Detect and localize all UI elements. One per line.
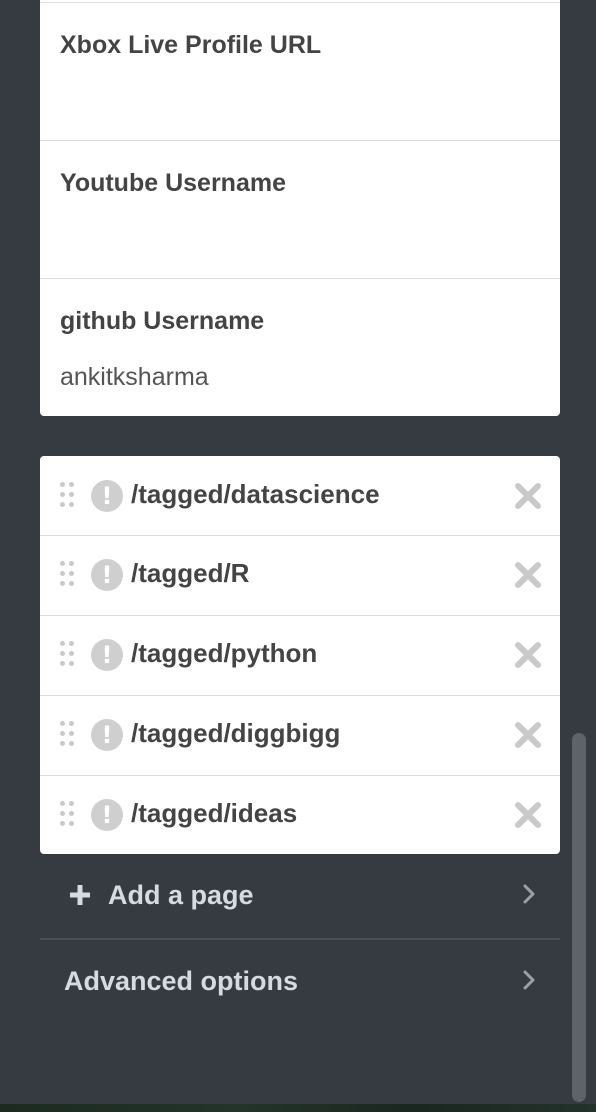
advanced-options-label: Advanced options [64, 966, 299, 996]
field-label: Xbox Live Profile URL [60, 31, 322, 59]
exclamation-circle-icon: ! [91, 799, 123, 831]
profile-fields-card: Xbox Live Profile URL Youtube Username g… [40, 0, 560, 416]
page-path: /tagged/python [131, 638, 318, 668]
background-strip [0, 1104, 596, 1112]
exclamation-circle-icon: ! [91, 719, 123, 751]
page-path: /tagged/ideas [131, 798, 298, 828]
pages-list: ! /tagged/datascience ! /tagged/R ! /tag… [40, 456, 560, 854]
page-row[interactable]: ! /tagged/R [40, 535, 560, 615]
field-label: github Username [60, 307, 265, 335]
plus-icon [70, 885, 90, 905]
row-divider [40, 615, 560, 616]
close-icon[interactable] [513, 640, 543, 670]
page-row[interactable]: ! /tagged/python [40, 615, 560, 695]
scrollbar-thumb[interactable] [572, 733, 586, 1102]
row-divider [40, 775, 560, 776]
close-icon[interactable] [513, 481, 543, 511]
profile-field-xbox[interactable]: Xbox Live Profile URL [40, 2, 560, 139]
close-icon[interactable] [513, 560, 543, 590]
close-icon[interactable] [513, 720, 543, 750]
close-icon[interactable] [513, 800, 543, 830]
exclamation-circle-icon: ! [91, 559, 123, 591]
drag-handle-icon[interactable] [60, 641, 76, 667]
drag-handle-icon[interactable] [60, 561, 76, 587]
exclamation-circle-icon: ! [91, 639, 123, 671]
profile-field-github[interactable]: github Username ankitksharma [40, 278, 560, 415]
row-divider [40, 695, 560, 696]
advanced-options-button[interactable]: Advanced options [40, 940, 560, 1024]
field-value[interactable]: ankitksharma [60, 363, 209, 392]
row-divider [40, 535, 560, 536]
add-page-label: Add a page [108, 880, 254, 910]
drag-handle-icon[interactable] [60, 801, 76, 827]
page-path: /tagged/diggbigg [131, 718, 341, 748]
page-path: /tagged/datascience [131, 479, 380, 509]
page-row[interactable]: ! /tagged/datascience [40, 456, 560, 536]
drag-handle-icon[interactable] [60, 482, 76, 508]
page-row[interactable]: ! /tagged/ideas [40, 775, 560, 854]
add-page-button[interactable]: Add a page [40, 854, 560, 938]
exclamation-circle-icon: ! [91, 480, 123, 512]
page-path: /tagged/R [131, 558, 250, 588]
field-label: Youtube Username [60, 169, 286, 197]
page-row[interactable]: ! /tagged/diggbigg [40, 695, 560, 775]
profile-field-youtube[interactable]: Youtube Username [40, 140, 560, 277]
chevron-right-icon [523, 884, 535, 904]
drag-handle-icon[interactable] [60, 721, 76, 747]
chevron-right-icon [523, 970, 535, 990]
